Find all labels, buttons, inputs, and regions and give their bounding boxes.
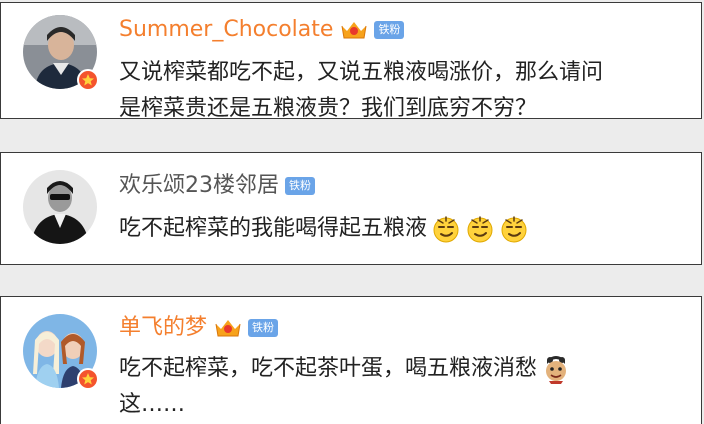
avatar[interactable] [23,314,99,390]
comment-line-wrap: 吃不起榨菜，吃不起茶叶蛋，喝五粮液消愁 [119,351,679,387]
smirk-emoji [465,214,495,244]
username-row: 欢乐颂23楼邻居 铁粉 [119,171,315,201]
comment-card: 欢乐颂23楼邻居 铁粉 吃不起榨菜的我能喝得起五粮液 [0,152,702,265]
username[interactable]: 欢乐颂23楼邻居 [119,171,279,201]
cartoon-face-emoji [541,354,571,384]
vip-crown-icon[interactable] [339,18,369,42]
user-avatar-bw-portrait [23,170,97,244]
username-row: Summer_Chocolate 铁粉 [119,15,405,45]
fan-badge: 铁粉 [374,21,405,39]
comment-text: 吃不起榨菜，吃不起茶叶蛋，喝五粮液消愁 这…… [119,351,679,423]
comment-line: 吃不起榨菜，吃不起茶叶蛋，喝五粮液消愁 [119,356,538,381]
verified-badge-icon [77,69,99,91]
comment-text: 又说榨菜都吃不起，又说五粮液喝涨价，那么请问 是榨菜贵还是五粮液贵？我们到底穷不… [119,55,679,127]
smirk-emoji [431,214,461,244]
fan-badge: 铁粉 [285,177,315,195]
vip-crown-icon[interactable] [213,316,243,340]
username[interactable]: Summer_Chocolate [119,15,333,45]
smirk-emoji [499,214,529,244]
avatar[interactable] [23,15,99,91]
username-row: 单飞的梦 铁粉 [119,313,279,343]
fan-badge: 铁粉 [248,319,279,337]
comment-text: 吃不起榨菜的我能喝得起五粮液 [119,211,679,247]
comment-line: 是榨菜贵还是五粮液贵？我们到底穷不穷？ [119,96,538,121]
comment-card: 单飞的梦 铁粉 吃不起榨菜，吃不起茶叶蛋，喝五粮液消愁 这…… [0,296,702,424]
comment-line: 这…… [119,392,186,417]
comment-line: 又说榨菜都吃不起，又说五粮液喝涨价，那么请问 [119,60,604,85]
comment-card: Summer_Chocolate 铁粉 又说榨菜都吃不起，又说五粮液喝涨价，那么… [0,2,702,121]
comment-line: 吃不起榨菜的我能喝得起五粮液 [119,216,428,241]
username[interactable]: 单飞的梦 [119,313,207,343]
verified-badge-icon [77,368,99,390]
avatar[interactable] [23,170,97,244]
